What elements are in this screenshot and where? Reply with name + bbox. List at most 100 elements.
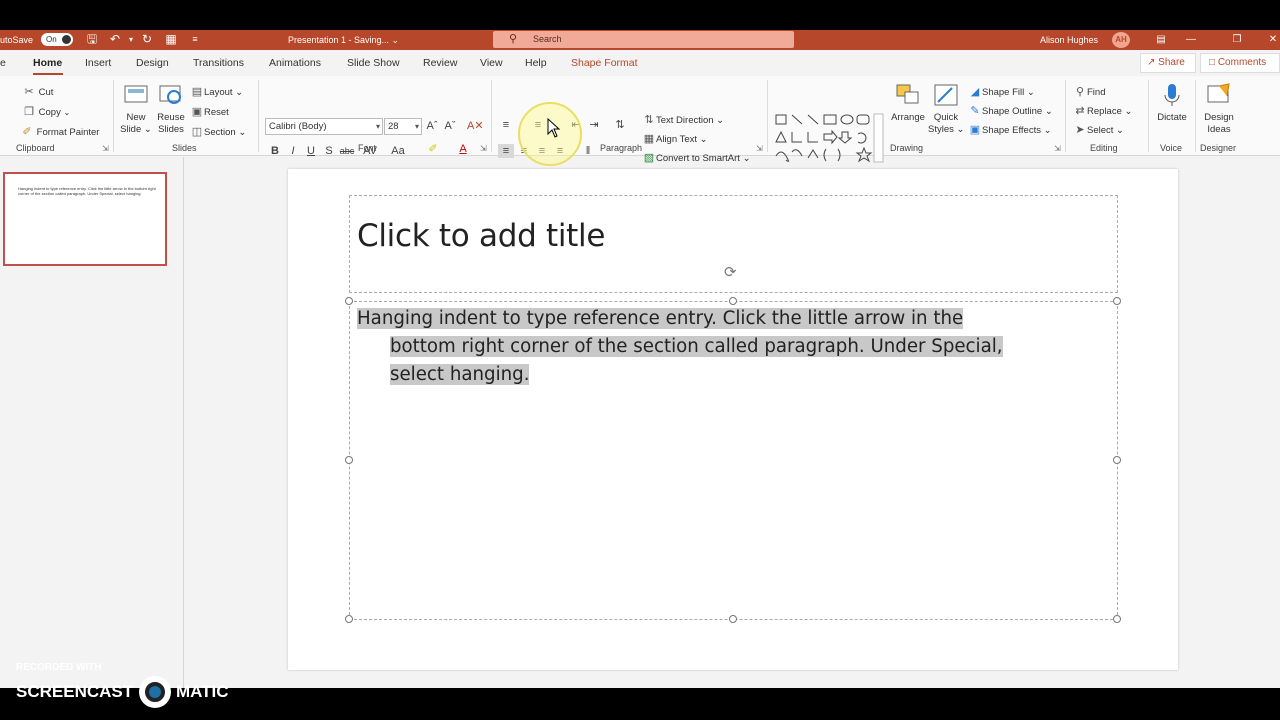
tab-home[interactable]: Home xyxy=(33,57,62,69)
clipboard-launcher-icon[interactable]: ⇲ xyxy=(102,144,109,153)
body-text-box[interactable]: Hanging indent to type reference entry. … xyxy=(349,301,1118,620)
section-icon: ◫ xyxy=(191,126,203,138)
chevron-down-icon: ▾ xyxy=(375,122,380,131)
slide-thumbnail-1[interactable]: Hanging indent to type reference entry. … xyxy=(3,172,167,266)
slide-canvas[interactable]: Click to add title ⟳ Hanging indent to t… xyxy=(288,169,1178,670)
align-text-button[interactable]: ▦ Align Text ⌄ xyxy=(642,133,708,146)
resize-handle[interactable] xyxy=(345,456,353,464)
resize-handle[interactable] xyxy=(1113,297,1121,305)
tab-animations[interactable]: Animations xyxy=(269,57,321,69)
resize-handle[interactable] xyxy=(345,615,353,623)
resize-handle[interactable] xyxy=(729,297,737,305)
new-slide-label-2: Slide ⌄ xyxy=(120,124,152,135)
copy-button[interactable]: ❐ Copy ⌄ xyxy=(22,106,70,119)
shapes-gallery[interactable] xyxy=(774,112,884,164)
tab-design[interactable]: Design xyxy=(136,57,169,69)
paintbrush-icon: ✐ xyxy=(22,126,32,138)
bullets-icon[interactable]: ≡ xyxy=(498,118,514,132)
group-label-editing: Editing xyxy=(1090,143,1118,153)
group-label-voice: Voice xyxy=(1160,143,1183,153)
body-paragraph[interactable]: Hanging indent to type reference entry. … xyxy=(357,305,1112,389)
convert-smartart-button[interactable]: ▧ Convert to SmartArt ⌄ xyxy=(642,152,751,165)
arrange-label: Arrange xyxy=(891,112,925,123)
share-button[interactable]: ↗ Share xyxy=(1140,53,1196,73)
redo-icon[interactable]: ↻ xyxy=(140,32,154,47)
new-slide-button[interactable]: New Slide ⌄ xyxy=(120,82,152,136)
autosave-toggle[interactable]: On xyxy=(41,33,73,46)
tab-help[interactable]: Help xyxy=(525,57,547,69)
resize-handle[interactable] xyxy=(729,615,737,623)
paragraph-launcher-icon[interactable]: ⇲ xyxy=(756,144,763,153)
drawing-launcher-icon[interactable]: ⇲ xyxy=(1054,144,1061,153)
tab-view[interactable]: View xyxy=(480,57,503,69)
cut-button[interactable]: ✂ Cut xyxy=(22,86,53,99)
tab-insert[interactable]: Insert xyxy=(85,57,111,69)
restore-icon[interactable]: ❐ xyxy=(1222,30,1252,50)
group-label-paragraph: Paragraph xyxy=(600,143,643,153)
quick-styles-icon xyxy=(934,84,958,106)
layout-button[interactable]: ▤ Layout ⌄ xyxy=(190,86,243,99)
design-ideas-button[interactable]: Design Ideas xyxy=(1200,82,1238,136)
tab-shape-format[interactable]: Shape Format xyxy=(571,57,638,69)
highlighter-icon[interactable]: ✐ xyxy=(425,142,441,156)
present-icon[interactable]: ▦ xyxy=(164,32,178,47)
ribbon-display-icon[interactable]: ▤ xyxy=(1146,30,1176,50)
section-button[interactable]: ◫ Section ⌄ xyxy=(190,126,247,139)
quick-styles-button[interactable]: Quick Styles ⌄ xyxy=(928,82,964,136)
tab-transitions[interactable]: Transitions xyxy=(193,57,244,69)
underline-button[interactable]: U xyxy=(303,144,319,158)
tab-slide-show[interactable]: Slide Show xyxy=(347,57,400,69)
undo-icon[interactable]: ↶ xyxy=(108,32,122,47)
reset-button[interactable]: ▣ Reset xyxy=(190,106,229,119)
layout-icon: ▤ xyxy=(191,86,203,98)
align-left-icon[interactable]: ≡ xyxy=(498,144,514,158)
search-box[interactable]: ⚲ Search xyxy=(493,31,794,48)
increase-font-icon[interactable]: Aˆ xyxy=(424,119,440,133)
undo-dropdown-icon[interactable]: ▾ xyxy=(124,32,138,47)
clear-formatting-icon[interactable]: A✕ xyxy=(467,119,484,133)
font-launcher-icon[interactable]: ⇲ xyxy=(480,144,487,153)
shadow-button[interactable]: S xyxy=(321,144,337,158)
layout-label: Layout ⌄ xyxy=(204,87,244,98)
bold-button[interactable]: B xyxy=(267,144,283,158)
text-direction-button[interactable]: ⇅ Text Direction ⌄ xyxy=(642,114,724,127)
resize-handle[interactable] xyxy=(1113,615,1121,623)
reuse-slides-button[interactable]: Reuse Slides xyxy=(155,82,187,136)
title-placeholder-text: Click to add title xyxy=(357,218,606,254)
section-label: Section ⌄ xyxy=(204,127,247,138)
font-color-icon[interactable]: A xyxy=(455,142,471,156)
reuse-slides-label-1: Reuse xyxy=(157,112,185,123)
avatar[interactable]: AH xyxy=(1112,32,1130,48)
resize-handle[interactable] xyxy=(345,297,353,305)
select-button[interactable]: ➤ Select ⌄ xyxy=(1073,124,1124,137)
font-family-select[interactable]: Calibri (Body) ▾ xyxy=(265,118,383,135)
shape-outline-button[interactable]: ✎ Shape Outline ⌄ xyxy=(968,105,1052,118)
tab-review[interactable]: Review xyxy=(423,57,457,69)
cut-label: Cut xyxy=(38,87,54,98)
find-button[interactable]: ⚲ Find xyxy=(1073,86,1106,99)
font-size-select[interactable]: 28 ▾ xyxy=(384,118,422,135)
resize-handle[interactable] xyxy=(1113,456,1121,464)
close-icon[interactable]: ✕ xyxy=(1258,30,1280,50)
shape-fill-button[interactable]: ◢ Shape Fill ⌄ xyxy=(968,86,1035,99)
line-spacing-icon[interactable]: ⇅ xyxy=(612,118,628,132)
save-icon[interactable]: 🖫 xyxy=(85,32,99,47)
strikethrough-button[interactable]: abc xyxy=(338,144,356,158)
customize-qat-icon[interactable]: ≡ xyxy=(188,32,202,47)
replace-button[interactable]: ⇄ Replace ⌄ xyxy=(1073,105,1132,118)
decrease-font-icon[interactable]: Aˇ xyxy=(442,119,458,133)
rotate-handle-icon[interactable]: ⟳ xyxy=(724,265,737,280)
change-case-button[interactable]: Aa xyxy=(388,144,408,158)
user-name[interactable]: Alison Hughes xyxy=(1040,30,1098,50)
italic-button[interactable]: I xyxy=(285,144,301,158)
minimize-icon[interactable]: — xyxy=(1176,30,1206,50)
comments-button[interactable]: □ Comments xyxy=(1200,53,1280,73)
tab-file[interactable]: e xyxy=(0,57,6,69)
shape-effects-button[interactable]: ▣ Shape Effects ⌄ xyxy=(968,124,1052,137)
increase-indent-icon[interactable]: ⇥ xyxy=(586,118,602,132)
arrange-button[interactable]: Arrange xyxy=(888,82,928,124)
replace-label: Replace ⌄ xyxy=(1087,106,1133,117)
format-painter-button[interactable]: ✐ Format Painter xyxy=(20,126,99,139)
dictate-button[interactable]: Dictate xyxy=(1153,82,1191,124)
columns-icon[interactable]: ‖ xyxy=(580,144,596,158)
